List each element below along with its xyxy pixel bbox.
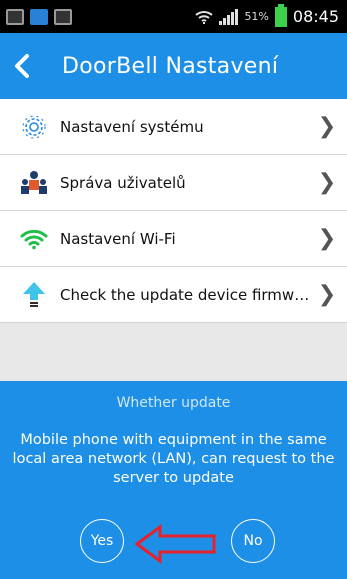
menu-item-label: Nastavení Wi-Fi <box>60 229 176 248</box>
menu-item-wifi-settings[interactable]: Nastavení Wi-Fi ❯ <box>0 211 347 267</box>
upload-arrow-icon <box>20 281 48 309</box>
clipboard-icon <box>54 8 72 25</box>
menu-item-label: Check the update device firmware <box>60 285 313 304</box>
battery-percent: 51% <box>244 10 269 23</box>
update-dialog: Whether update Mobile phone with equipme… <box>0 381 347 579</box>
status-left-icons <box>6 8 72 25</box>
menu-item-label: Nastavení systému <box>60 117 204 136</box>
status-right: 51% 08:45 <box>195 3 339 27</box>
menu-item-system-settings[interactable]: Nastavení systému ❯ <box>0 99 347 155</box>
menu-item-firmware-update[interactable]: Check the update device firmware ❯ <box>0 267 347 323</box>
status-bar: 51% 08:45 <box>0 0 347 33</box>
app-icon <box>30 8 48 25</box>
gear-icon <box>20 113 48 141</box>
chevron-right-icon: ❯ <box>317 226 337 251</box>
users-icon <box>20 169 48 197</box>
empty-area <box>0 323 347 381</box>
chevron-left-icon <box>15 54 29 78</box>
settings-menu: Nastavení systému ❯ Správa uživatelů ❯ N… <box>0 99 347 323</box>
menu-item-user-management[interactable]: Správa uživatelů ❯ <box>0 155 347 211</box>
chevron-right-icon: ❯ <box>317 170 337 195</box>
wifi-icon <box>195 10 214 24</box>
back-button[interactable] <box>0 33 44 99</box>
app-header: DoorBell Nastavení <box>0 33 347 99</box>
page-title: DoorBell Nastavení <box>62 53 279 79</box>
no-button[interactable]: No <box>231 519 275 563</box>
wifi-icon <box>20 225 48 253</box>
chevron-right-icon: ❯ <box>317 114 337 139</box>
chevron-right-icon: ❯ <box>317 282 337 307</box>
red-arrow-icon <box>134 524 216 564</box>
menu-item-label: Správa uživatelů <box>60 173 186 192</box>
battery-icon <box>274 3 287 27</box>
dialog-title: Whether update <box>116 395 231 411</box>
signal-icon <box>219 8 239 25</box>
dialog-message: Mobile phone with equipment in the same … <box>12 432 335 486</box>
yes-button[interactable]: Yes <box>80 519 124 563</box>
status-time: 08:45 <box>292 7 339 26</box>
gallery-icon <box>6 8 24 25</box>
